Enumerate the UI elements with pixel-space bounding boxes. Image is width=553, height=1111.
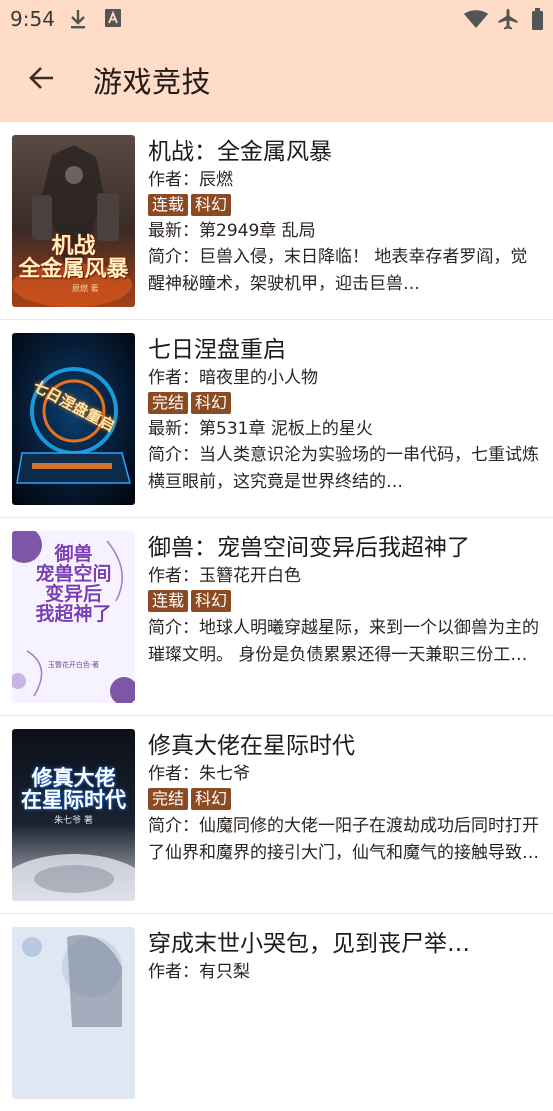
book-list-item[interactable]: 穿成末世小哭包，见到丧尸举… 作者：有只梨 [0, 914, 553, 1111]
book-tags: 完结 科幻 [148, 392, 540, 417]
book-info: 机战：全金属风暴 作者：辰燃 连载 科幻 最新：第2949章 乱局 简介：巨兽入… [148, 136, 540, 298]
genre-tag: 科幻 [191, 194, 232, 216]
book-tags: 连载 科幻 [148, 194, 540, 219]
arrow-left-icon [29, 65, 55, 95]
genre-tag: 科幻 [191, 788, 232, 810]
book-latest-chapter: 最新：第2949章 乱局 [148, 221, 316, 241]
text-a-icon [104, 8, 122, 32]
status-tag: 连载 [148, 194, 189, 216]
book-info: 修真大佬在星际时代 作者：朱七爷 完结 科幻 简介：仙魔同修的大佬一阳子在渡劫成… [148, 730, 540, 867]
book-cover: 御兽 宠兽空间 变异后 我超神了 玉簪花开白色·著 [12, 531, 135, 703]
book-intro: 简介：巨兽入侵，末日降临！ 地表幸存者罗阎，觉醒神秘瞳术，架驶机甲，迎击巨兽… [148, 247, 528, 294]
book-title: 御兽：宠兽空间变异后我超神了 [148, 535, 470, 561]
status-bar: 9:54 [0, 0, 553, 38]
book-title: 七日涅盘重启 [148, 337, 286, 363]
status-tag: 完结 [148, 392, 189, 414]
book-tags: 连载 科幻 [148, 590, 540, 615]
book-cover [12, 927, 135, 1099]
cover-title: 御兽 宠兽空间 变异后 我超神了 [35, 543, 112, 625]
book-list-item[interactable]: 机战 全金属风暴 辰燃 著 机战：全金属风暴 作者：辰燃 连载 科幻 最新：第2… [0, 122, 553, 320]
book-author: 作者：玉簪花开白色 [148, 566, 301, 586]
genre-tag: 科幻 [191, 392, 232, 414]
cover-title: 机战 全金属风暴 [18, 234, 129, 283]
book-title: 机战：全金属风暴 [148, 139, 332, 165]
book-author: 作者：有只梨 [148, 962, 250, 982]
book-intro: 简介：地球人明曦穿越星际，来到一个以御兽为主的璀璨文明。 身份是负债累累还得一天… [148, 618, 539, 665]
status-tag: 连载 [148, 590, 189, 612]
status-time: 9:54 [10, 7, 55, 31]
book-author: 作者：辰燃 [148, 170, 233, 190]
page-title: 游戏竞技 [93, 65, 212, 99]
book-author: 作者：暗夜里的小人物 [148, 368, 318, 388]
book-latest-chapter: 最新：第531章 泥板上的星火 [148, 419, 373, 439]
cover-author: 朱七爷 著 [54, 816, 93, 826]
book-list-item[interactable]: 七日涅盘重启 七日涅盘重启 作者：暗夜里的小人物 完结 科幻 最新：第531章 … [0, 320, 553, 518]
genre-tag: 科幻 [191, 590, 232, 612]
book-intro: 简介：当人类意识沦为实验场的一串代码，七重试炼横亘眼前，这究竟是世界终结的… [148, 445, 539, 492]
book-info: 七日涅盘重启 作者：暗夜里的小人物 完结 科幻 最新：第531章 泥板上的星火 … [148, 334, 540, 496]
book-cover: 修真大佬 在星际时代 朱七爷 著 [12, 729, 135, 901]
book-list-item[interactable]: 修真大佬 在星际时代 朱七爷 著 修真大佬在星际时代 作者：朱七爷 完结 科幻 … [0, 716, 553, 914]
cover-author: 玉簪花开白色·著 [47, 661, 100, 669]
book-info: 御兽：宠兽空间变异后我超神了 作者：玉簪花开白色 连载 科幻 简介：地球人明曦穿… [148, 532, 540, 669]
battery-icon [531, 8, 544, 34]
status-tag: 完结 [148, 788, 189, 810]
download-icon [68, 8, 88, 34]
cover-title: 修真大佬 在星际时代 [21, 766, 126, 813]
book-title: 修真大佬在星际时代 [148, 733, 355, 759]
cover-author: 辰燃 著 [72, 284, 99, 293]
app-bar: 9:54 游戏竞技 [0, 0, 553, 122]
book-cover: 机战 全金属风暴 辰燃 著 [12, 135, 135, 307]
book-author: 作者：朱七爷 [148, 764, 250, 784]
book-cover: 七日涅盘重启 [12, 333, 135, 505]
book-intro: 简介：仙魔同修的大佬一阳子在渡劫成功后同时打开了仙界和魔界的接引大门，仙气和魔气… [148, 816, 539, 863]
book-list: 机战 全金属风暴 辰燃 著 机战：全金属风暴 作者：辰燃 连载 科幻 最新：第2… [0, 122, 553, 1111]
book-list-item[interactable]: 御兽 宠兽空间 变异后 我超神了 玉簪花开白色·著 御兽：宠兽空间变异后我超神了… [0, 518, 553, 716]
back-button[interactable] [20, 58, 64, 102]
book-tags: 完结 科幻 [148, 788, 540, 813]
book-info: 穿成末世小哭包，见到丧尸举… 作者：有只梨 [148, 928, 540, 985]
wifi-icon [463, 8, 489, 34]
airplane-icon [497, 8, 519, 34]
book-title: 穿成末世小哭包，见到丧尸举… [148, 931, 470, 957]
